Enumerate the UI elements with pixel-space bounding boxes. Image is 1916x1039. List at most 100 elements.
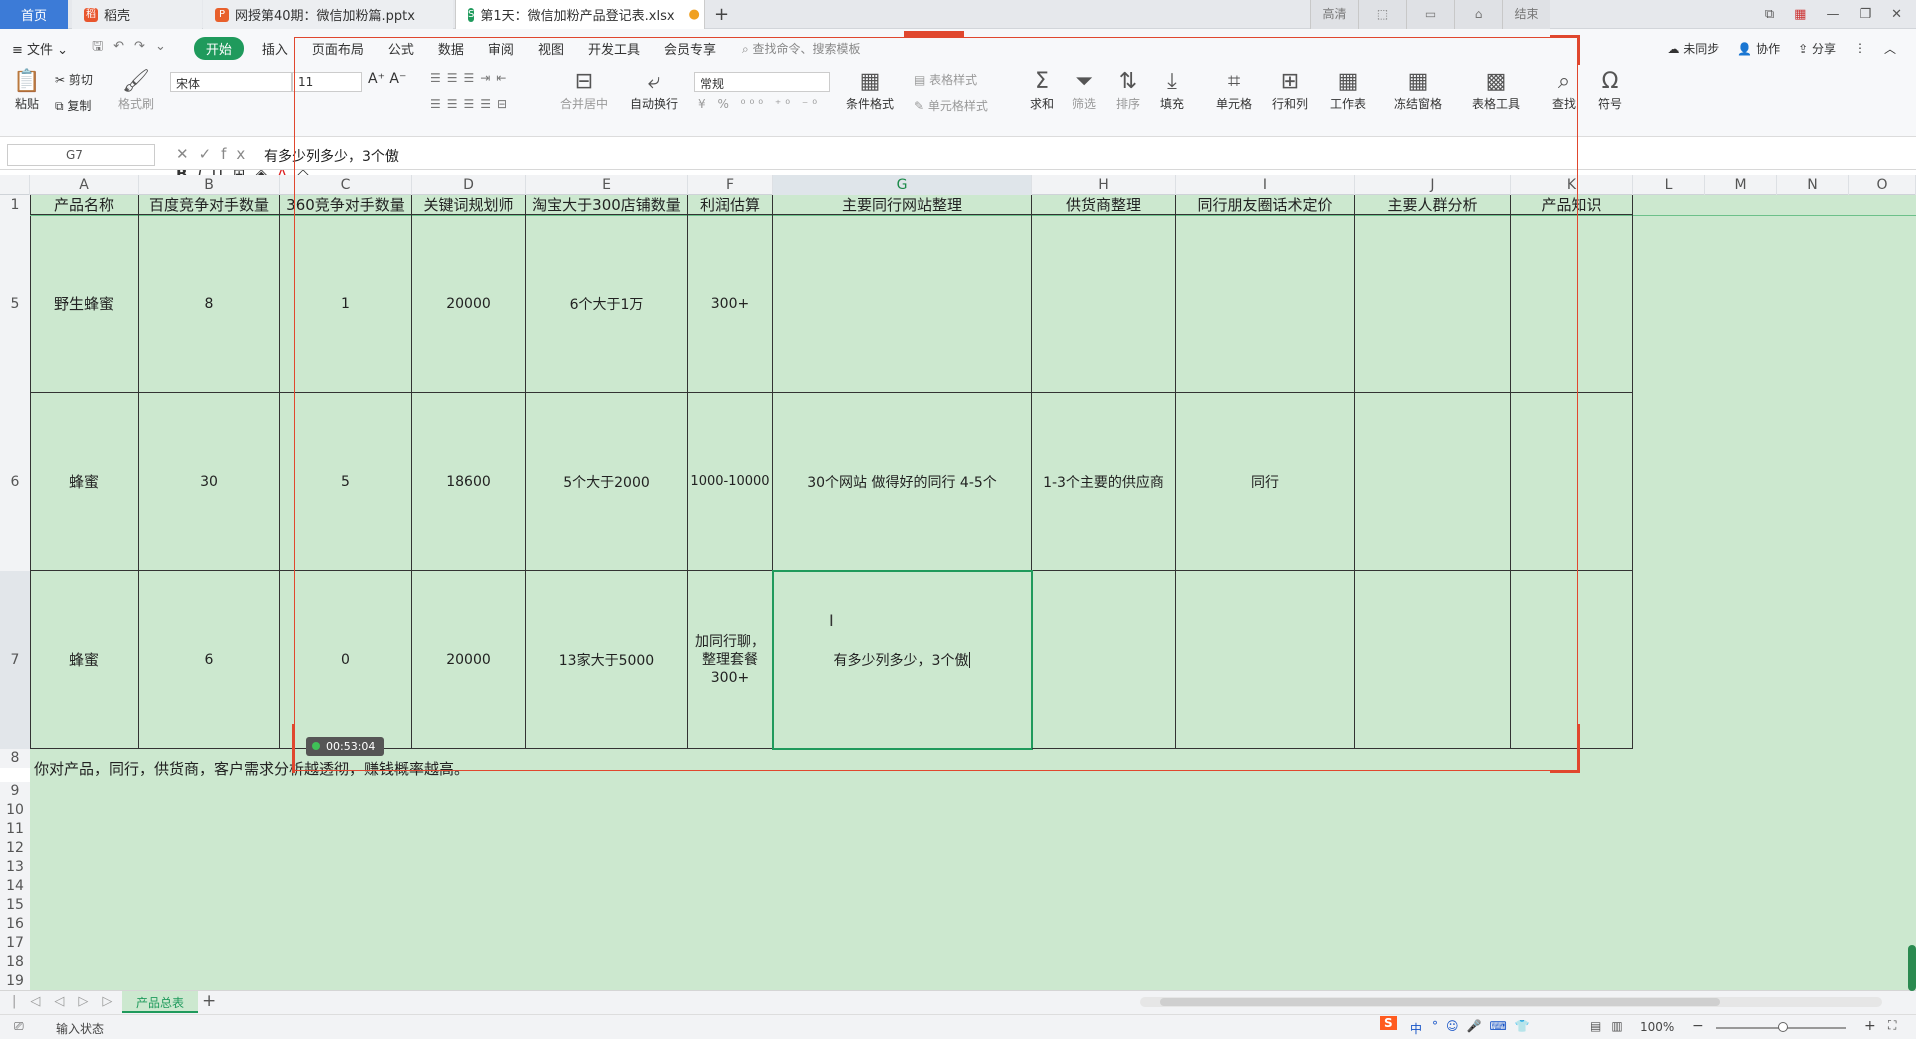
menu-view[interactable]: 视图 [526,39,576,58]
data-cell[interactable] [1355,215,1511,393]
data-cell[interactable] [1032,215,1176,393]
number-format-icons[interactable]: ¥ % ⁰⁰⁰ ⁺⁰ ⁻⁰ [698,97,821,111]
sort-button[interactable]: ⇅ 排序 [1116,69,1140,112]
data-cell[interactable]: 30 [139,393,280,571]
data-cell[interactable]: 13家大于5000 [526,571,688,749]
close-icon[interactable]: ✕ [1891,7,1902,22]
row-header-selected[interactable]: 7 [0,571,30,749]
data-cell[interactable]: 蜂蜜 [30,393,139,571]
name-box[interactable]: G7 [7,144,155,166]
collapse-ribbon-icon[interactable]: ︿ [1884,40,1896,57]
menu-member[interactable]: 会员专享 [652,39,728,58]
menu-data[interactable]: 数据 [426,39,476,58]
data-cell[interactable]: 5个大于2000 [526,393,688,571]
row-col-button[interactable]: ⊞ 行和列 [1272,69,1308,112]
hd-button[interactable]: 高清 [1310,0,1358,29]
menu-insert[interactable]: 插入 [250,39,300,58]
window-layout-icon[interactable]: ⧉ [1765,7,1774,22]
avatar[interactable]: ▦ [1794,7,1806,22]
row-header[interactable]: 1 [0,195,30,215]
window-icon[interactable]: ▭ [1406,0,1454,29]
data-cell[interactable]: 18600 [412,393,526,571]
end-button[interactable]: 结束 [1502,0,1550,29]
sogou-ime-icon[interactable]: S [1380,1016,1397,1030]
data-cell[interactable]: 0 [280,571,412,749]
new-tab-icon[interactable]: + [714,4,729,25]
formula-input[interactable]: 有多少列多少，3个傲 [264,146,399,166]
data-cell[interactable] [1176,571,1355,749]
row-header[interactable]: 13 [0,858,30,877]
header-cell[interactable]: 360竞争对手数量 [280,195,412,215]
cell-style-button[interactable]: ✎ 单元格样式 [914,97,988,114]
cut-button[interactable]: ✂ 剪切 [55,71,93,88]
col-header[interactable]: M [1705,175,1777,195]
data-cell[interactable]: 30个网站 做得好的同行 4-5个 [773,393,1032,571]
header-cell[interactable]: 主要人群分析 [1355,195,1511,215]
table-style-button[interactable]: ▤ 表格样式 [914,71,977,88]
menu-home[interactable]: 开始 [193,36,244,60]
col-header[interactable]: K [1511,175,1633,195]
header-cell[interactable]: 同行朋友圈话术定价 [1176,195,1355,215]
row-header[interactable]: 16 [0,915,30,934]
row-header[interactable]: 19 [0,972,30,990]
menu-page-layout[interactable]: 页面布局 [300,39,376,58]
data-cell[interactable]: 蜂蜜 [30,571,139,749]
region-icon[interactable]: ⬚ [1358,0,1406,29]
font-grow-icon[interactable]: A⁺ A⁻ [368,71,406,87]
home-icon[interactable]: ⌂ [1454,0,1502,29]
align-top-icons[interactable]: ☰☰☰⇥⇤ [430,71,512,85]
col-header[interactable]: A [30,175,139,195]
header-cell[interactable]: 百度竞争对手数量 [139,195,280,215]
col-header[interactable]: D [412,175,526,195]
col-header[interactable]: F [688,175,773,195]
col-header[interactable]: B [139,175,280,195]
header-cell[interactable]: 淘宝大于300店铺数量 [526,195,688,215]
freeze-panes-button[interactable]: ▦ 冻结窗格 [1394,69,1442,112]
fill-button[interactable]: ⤓ 填充 [1160,69,1184,112]
data-cell[interactable] [1355,393,1511,571]
zoom-level[interactable]: 100% [1640,1020,1674,1034]
row-header[interactable]: 9 [0,782,30,801]
font-size-select[interactable]: 11 [292,72,362,92]
align-left-icons[interactable]: ☰☰☰☰⊟ [430,97,513,111]
col-header[interactable]: I [1176,175,1355,195]
command-search[interactable]: ⌕ 查找命令、搜索模板 [742,40,861,57]
data-cell[interactable]: 1000-10000 [688,393,773,571]
header-cell[interactable]: 供货商整理 [1032,195,1176,215]
filter-button[interactable]: ⏷ 筛选 [1072,69,1096,112]
font-select[interactable]: 宋体 [170,72,292,92]
view-mode-icons[interactable]: ▤▥ [1590,1019,1633,1033]
zoom-slider[interactable] [1716,1022,1846,1032]
data-cell[interactable]: 20000 [412,571,526,749]
scroll-thumb[interactable] [1160,998,1720,1006]
sync-button[interactable]: ☁ 未同步 [1667,40,1719,57]
more-icon[interactable]: ⋮ [1854,41,1866,55]
row-header[interactable]: 6 [0,393,30,571]
col-header-selected[interactable]: G [773,175,1032,195]
row-header[interactable]: 10 [0,801,30,820]
number-format-select[interactable]: 常规 [694,72,830,92]
header-cell[interactable]: 产品名称 [30,195,139,215]
data-cell[interactable] [773,215,1032,393]
row-header[interactable]: 12 [0,839,30,858]
merge-center-button[interactable]: ⊟ 合并居中 [560,69,608,112]
cell-button[interactable]: ⌗ 单元格 [1216,69,1252,112]
row-header[interactable]: 8 [0,749,30,768]
symbol-button[interactable]: Ω 符号 [1598,69,1622,112]
data-cell[interactable]: 加同行聊，整理套餐 300+ [688,571,773,749]
row-header[interactable]: 15 [0,896,30,915]
data-cell[interactable] [1511,571,1633,749]
data-cell[interactable]: 1 [280,215,412,393]
data-cell[interactable] [1176,215,1355,393]
format-painter-button[interactable]: 🖌 格式刷 [118,69,154,112]
data-cell[interactable]: 同行 [1176,393,1355,571]
zoom-in-icon[interactable]: + [1864,1018,1876,1034]
find-button[interactable]: ⌕ 查找 [1552,69,1576,112]
data-cell[interactable]: 20000 [412,215,526,393]
tab-home[interactable]: 首页 [0,0,68,29]
horizontal-scrollbar[interactable] [1140,997,1882,1007]
header-cell[interactable]: 关键词规划师 [412,195,526,215]
sheet-grid[interactable]: 产品名称 百度竞争对手数量 360竞争对手数量 关键词规划师 淘宝大于300店铺… [30,195,1916,990]
conditional-format-button[interactable]: ▦ 条件格式 [846,69,894,112]
data-cell[interactable] [1032,571,1176,749]
